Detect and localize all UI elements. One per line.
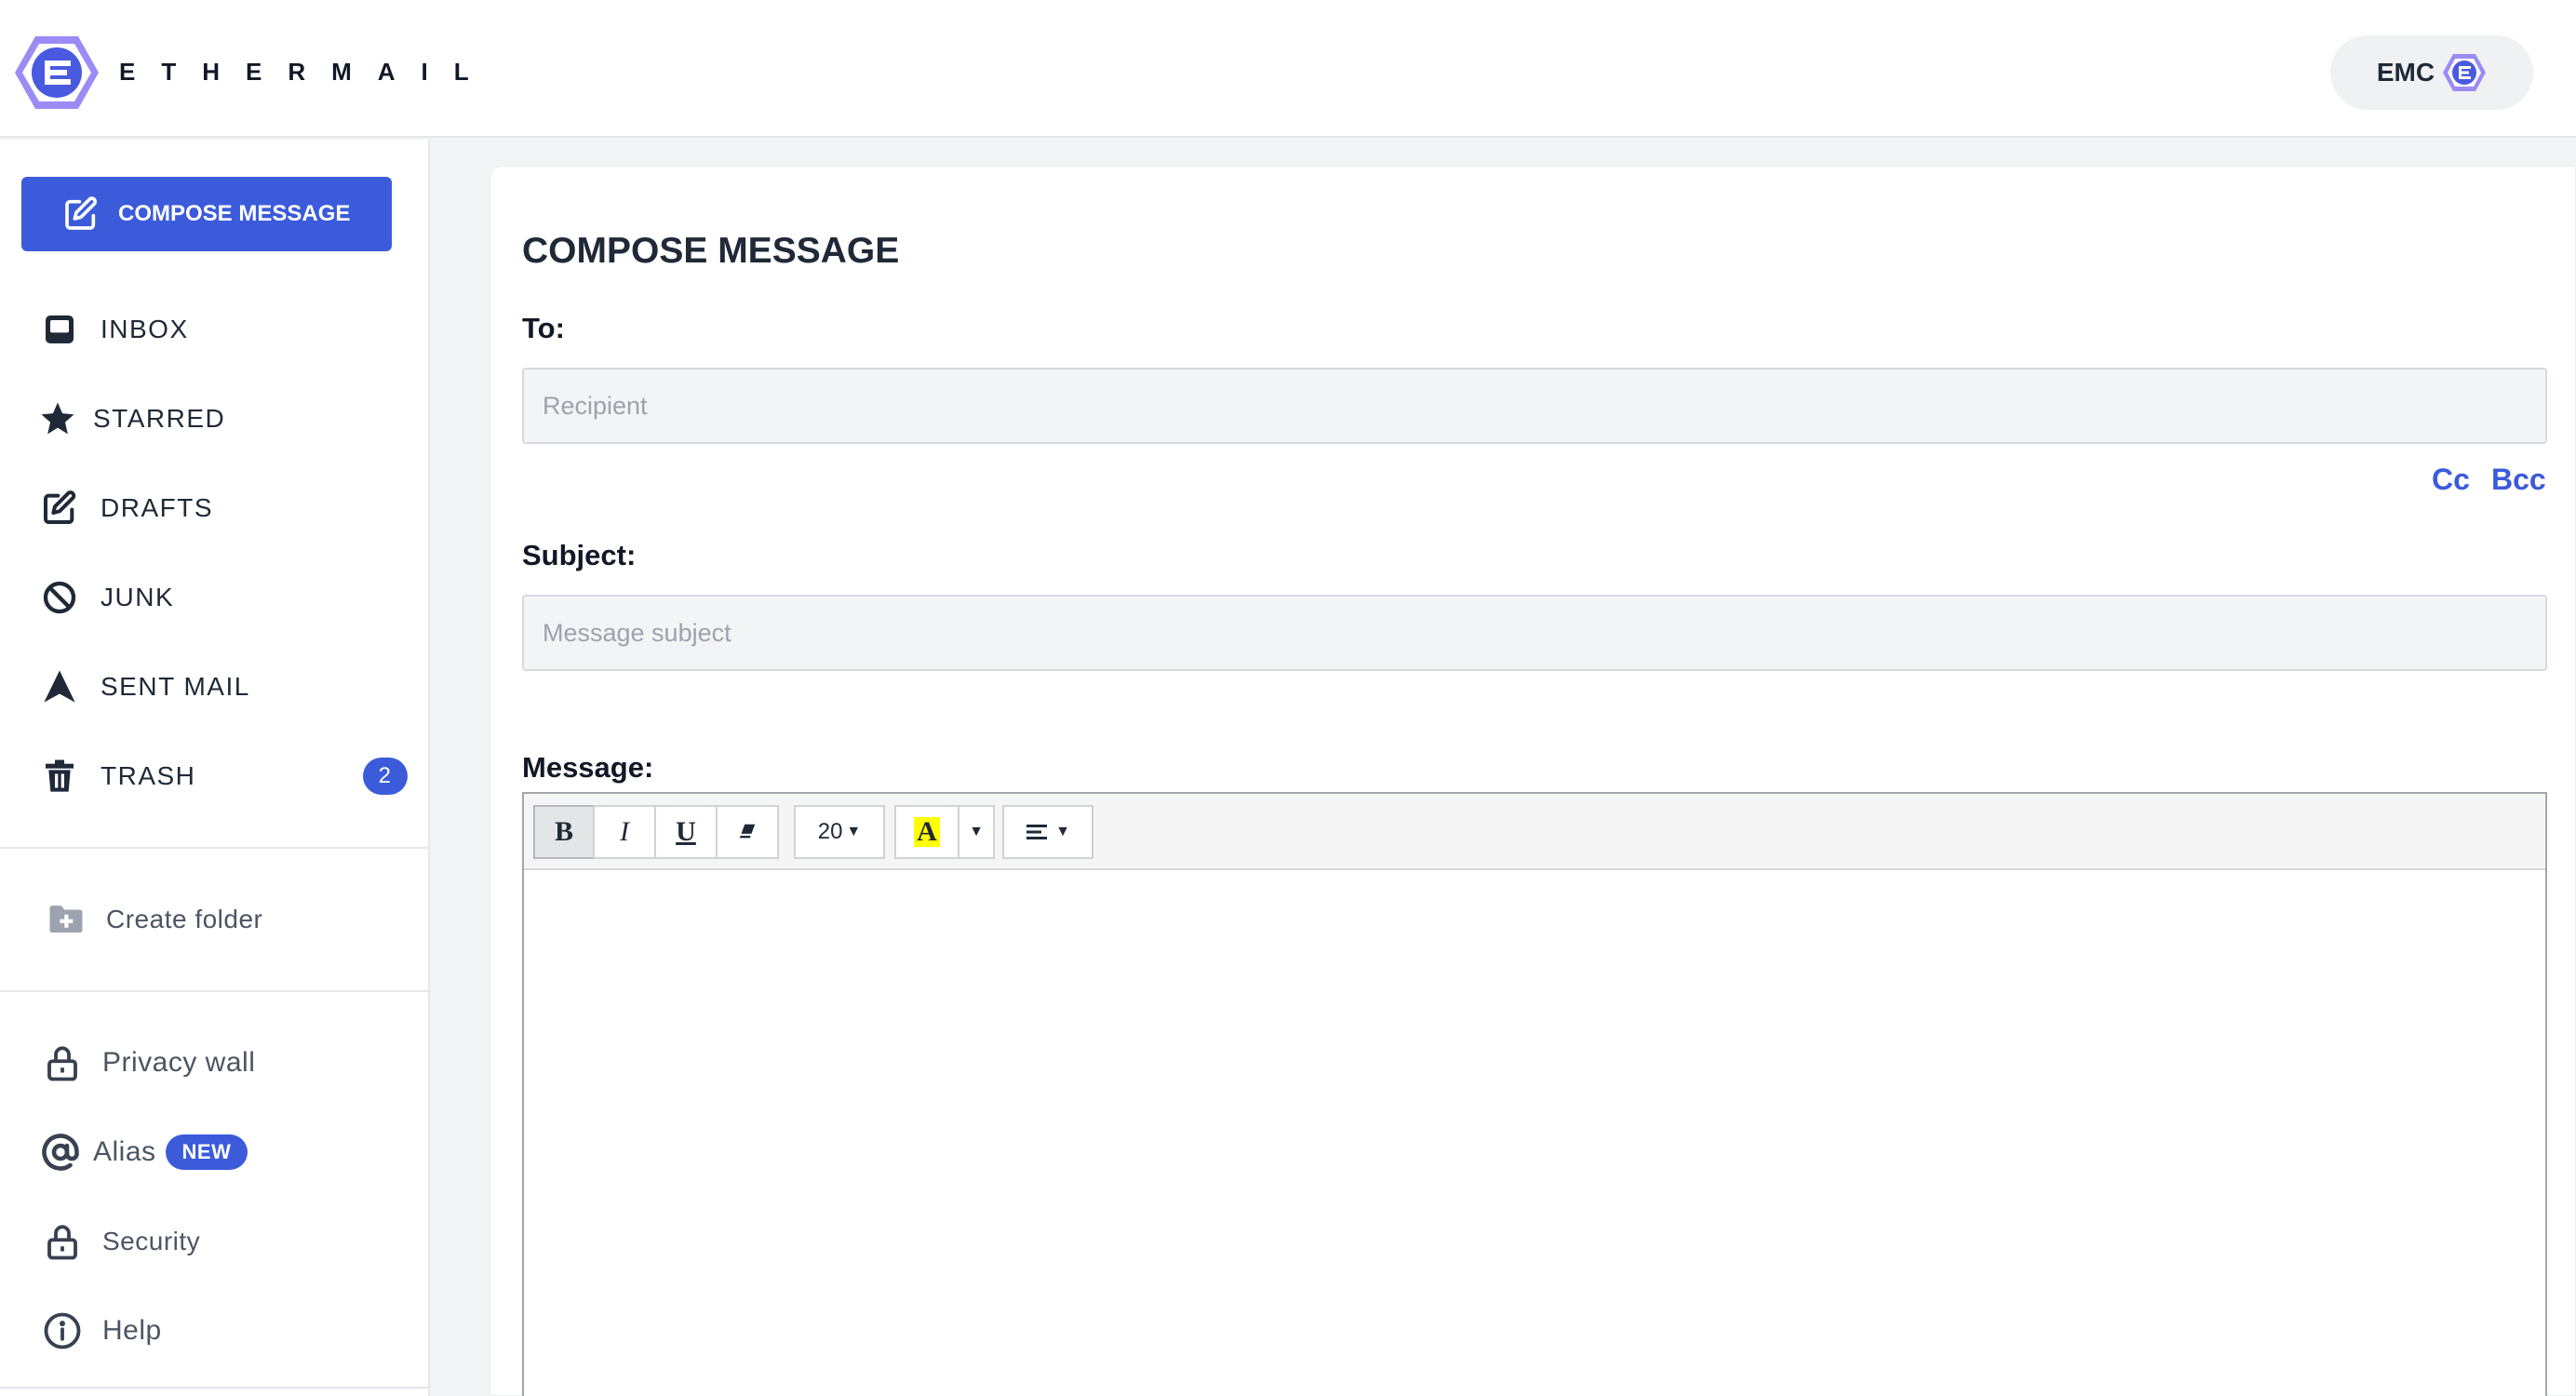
trash-icon (46, 759, 74, 792)
sidebar-item-inbox[interactable]: INBOX (41, 302, 413, 357)
font-size-value: 20 (817, 819, 843, 844)
compose-button-label: COMPOSE MESSAGE (118, 201, 351, 226)
sent-icon (44, 670, 75, 703)
sidebar-item-starred[interactable]: STARRED (41, 391, 415, 447)
sidebar-item-help[interactable]: Help (43, 1303, 415, 1359)
bold-button[interactable]: B (533, 805, 595, 859)
sidebar-item-label: JUNK (101, 583, 175, 611)
create-folder-label: Create folder (106, 905, 263, 933)
trash-count-badge: 2 (363, 758, 408, 795)
clear-format-button[interactable] (716, 805, 779, 859)
page-title: COMPOSE MESSAGE (522, 231, 900, 271)
subject-label: Subject: (522, 539, 637, 571)
brand-wordmark[interactable]: ETHERMAIL (119, 58, 495, 86)
message-label: Message: (522, 751, 654, 784)
italic-button[interactable]: I (593, 805, 656, 859)
sidebar-divider (0, 847, 428, 849)
subject-input[interactable] (522, 595, 2547, 671)
compose-card: COMPOSE MESSAGE To: Cc Bcc Subject: Mess… (490, 166, 2576, 1396)
chevron-down-icon: ▼ (846, 824, 862, 839)
to-label: To: (522, 312, 565, 344)
font-size-dropdown[interactable]: 20 ▼ (794, 805, 885, 859)
sidebar-item-privacy-wall[interactable]: Privacy wall (43, 1035, 415, 1091)
star-icon (41, 402, 74, 435)
sidebar-item-label: TRASH (101, 761, 196, 790)
chevron-down-icon: ▼ (1055, 824, 1070, 839)
sidebar-item-trash[interactable]: TRASH 2 (41, 748, 413, 804)
editor-toolbar: B I U 20 ▼ A ▼ ▼ (524, 794, 2545, 870)
paragraph-align-dropdown[interactable]: ▼ (1002, 805, 1093, 859)
highlight-letter-icon: A (914, 817, 940, 847)
underline-button[interactable]: U (654, 805, 718, 859)
sidebar-item-label: DRAFTS (101, 493, 213, 522)
edit-icon (44, 490, 76, 524)
message-body-input[interactable] (524, 870, 2545, 1396)
chevron-down-icon: ▼ (969, 824, 984, 839)
top-header: ETHERMAIL EMC (0, 0, 2576, 138)
eraser-icon (739, 824, 756, 839)
create-folder-button[interactable]: Create folder (47, 892, 419, 947)
folder-add-icon (49, 906, 83, 933)
sidebar-item-label: Alias (93, 1136, 156, 1167)
ethermail-logo-icon[interactable] (13, 34, 101, 112)
new-badge: NEW (165, 1134, 248, 1170)
sidebar-item-sent-mail[interactable]: SENT MAIL (41, 659, 413, 715)
info-icon (44, 1312, 81, 1349)
sidebar-item-label: Security (102, 1227, 201, 1255)
sidebar-item-label: SENT MAIL (101, 672, 250, 701)
text-color-button[interactable]: A (894, 805, 959, 859)
sidebar-item-alias[interactable]: Alias NEW (41, 1124, 413, 1180)
sidebar-item-security[interactable]: Security (43, 1214, 415, 1269)
message-editor: B I U 20 ▼ A ▼ ▼ (522, 792, 2547, 1396)
at-icon (42, 1134, 79, 1171)
align-left-icon (1026, 825, 1048, 839)
sidebar-item-label: STARRED (93, 404, 226, 433)
sidebar-item-drafts[interactable]: DRAFTS (41, 480, 413, 536)
emc-token-button[interactable]: EMC (2330, 35, 2533, 110)
sidebar: COMPOSE MESSAGE INBOX STARRED DRAFTS JUN… (0, 140, 430, 1396)
emc-token-label: EMC (2376, 58, 2435, 87)
sidebar-item-junk[interactable]: JUNK (41, 570, 413, 625)
lock-icon (47, 1046, 77, 1081)
compose-message-button[interactable]: COMPOSE MESSAGE (21, 177, 392, 251)
compose-icon (65, 196, 98, 230)
lock-icon (47, 1225, 77, 1260)
sidebar-item-label: INBOX (101, 315, 189, 343)
sidebar-divider (0, 990, 428, 992)
emc-token-icon (2443, 54, 2487, 91)
cc-link[interactable]: Cc (2432, 463, 2470, 496)
ban-icon (43, 581, 76, 614)
bcc-link[interactable]: Bcc (2491, 463, 2546, 496)
sidebar-item-label: Privacy wall (102, 1047, 256, 1078)
sidebar-item-label: Help (102, 1315, 162, 1346)
inbox-icon (46, 315, 74, 343)
sidebar-divider (0, 1387, 428, 1389)
text-color-dropdown[interactable]: ▼ (958, 805, 995, 859)
recipient-input[interactable] (522, 368, 2547, 444)
